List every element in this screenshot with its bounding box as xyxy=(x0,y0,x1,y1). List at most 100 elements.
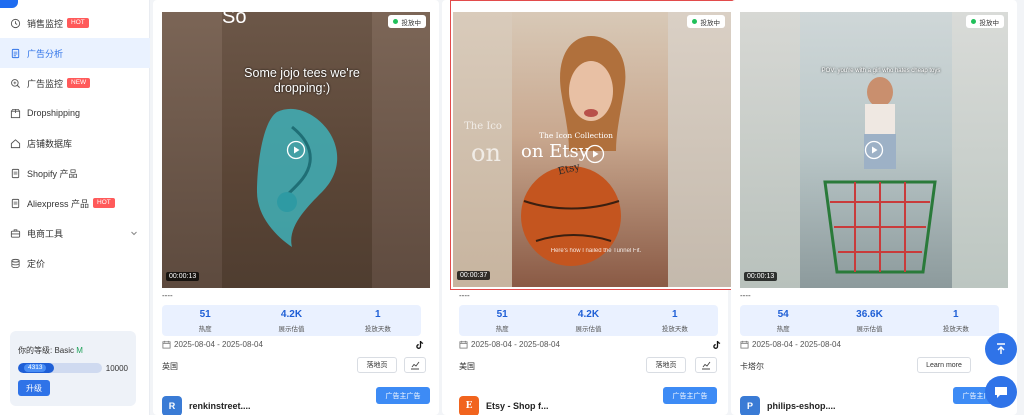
advertiser-ads-button[interactable]: 广告主广告 xyxy=(663,387,717,404)
country: 美国 xyxy=(459,362,475,371)
stat-impressions: 36.6K 展示估值 xyxy=(826,305,912,336)
stat-label: 展示估值 xyxy=(278,325,305,333)
status-label: 投放中 xyxy=(979,19,1000,27)
sidebar-item-dropshipping[interactable]: Dropshipping xyxy=(0,98,150,128)
sidebar-item-label: 电商工具 xyxy=(27,228,64,239)
shirt-graphic xyxy=(257,108,338,247)
ad-card[interactable]: POV: you're with a girl who hates cheap … xyxy=(731,0,1017,415)
country: 卡塔尔 xyxy=(740,362,764,371)
trend-chart-button[interactable] xyxy=(404,357,426,373)
date-range: 2025-08-04 - 2025-08-04 xyxy=(459,340,722,349)
chat-button[interactable] xyxy=(985,376,1017,408)
stat-label: 投放天数 xyxy=(661,325,688,333)
stat-label: 展示估值 xyxy=(575,325,602,333)
trend-chart-icon xyxy=(702,361,711,370)
sidebar-item-label: Aliexpress 产品 xyxy=(27,198,90,209)
video-duration: 00:00:13 xyxy=(166,272,200,281)
stat-value: 36.6K xyxy=(856,308,883,320)
trend-chart-button[interactable] xyxy=(695,357,717,373)
ad-stats: 51 热度 4.2K 展示估值 1 投放天数 xyxy=(459,305,718,336)
stat-value: 1 xyxy=(375,308,381,320)
date-range: 2025-08-04 - 2025-08-04 xyxy=(162,340,425,349)
level-value: M xyxy=(76,346,83,355)
stat-value: 54 xyxy=(777,308,789,320)
stat-impressions: 4.2K 展示估值 xyxy=(248,305,334,336)
hot-badge: HOT xyxy=(93,198,115,208)
toolbox-icon xyxy=(10,228,21,239)
ad-card[interactable]: Etsy The Ico on The Icon Collection on E… xyxy=(442,0,736,415)
sidebar-item-sales-monitor[interactable]: 销售监控 HOT xyxy=(0,8,150,38)
sidebar: 销售监控 HOT 广告分析 广告监控 NEW Dropshipping 店铺数据… xyxy=(0,0,150,415)
tiktok-icon xyxy=(416,340,424,349)
stat-days: 1 投放天数 xyxy=(632,305,718,336)
back-to-top-button[interactable] xyxy=(985,333,1017,365)
avatar: P xyxy=(740,396,760,415)
video-thumbnail[interactable]: POV: you're with a girl who hates cheap … xyxy=(740,12,1008,288)
ad-title: ---- xyxy=(740,291,751,300)
status-badge: 投放中 xyxy=(686,15,725,28)
side-overlay-small: The Ico xyxy=(464,121,502,132)
sidebar-item-aliexpress-products[interactable]: Aliexpress 产品 HOT xyxy=(0,188,150,218)
shopping-cart-graphic xyxy=(823,77,937,274)
date-range-text: 2025-08-04 - 2025-08-04 xyxy=(752,340,841,349)
sidebar-item-store-database[interactable]: 店铺数据库 xyxy=(0,128,150,158)
box-icon xyxy=(10,108,21,119)
play-icon[interactable] xyxy=(286,140,306,160)
video-thumbnail[interactable]: So Some jojo tees we're dropping:) 投放中 0… xyxy=(162,12,430,288)
advertiser[interactable]: P philips-eshop.... xyxy=(740,396,836,415)
avatar: R xyxy=(162,396,182,415)
sidebar-item-label: 店铺数据库 xyxy=(27,138,73,149)
video-duration: 00:00:37 xyxy=(457,271,491,280)
advertiser[interactable]: E Etsy - Shop f... xyxy=(459,396,549,415)
stat-value: 4.2K xyxy=(577,308,600,320)
sidebar-item-label: 广告监控 xyxy=(27,78,64,89)
stat-label: 投放天数 xyxy=(942,325,969,333)
sidebar-item-pricing[interactable]: 定价 xyxy=(0,248,150,278)
ad-card[interactable]: So Some jojo tees we're dropping:) 投放中 0… xyxy=(153,0,439,415)
status-badge: 投放中 xyxy=(387,15,426,28)
ad-stats: 54 热度 36.6K 展示估值 1 投放天数 xyxy=(740,305,999,336)
sidebar-item-ad-monitor[interactable]: 广告监控 NEW xyxy=(0,68,150,98)
landing-page-button[interactable]: 落地页 xyxy=(646,357,686,373)
stat-heat: 51 热度 xyxy=(459,305,545,336)
stat-heat: 54 热度 xyxy=(740,305,826,336)
page-icon xyxy=(10,198,21,209)
stat-value: 4.2K xyxy=(280,308,303,320)
advertiser-name: Etsy - Shop f... xyxy=(486,401,549,411)
video-thumbnail[interactable]: Etsy The Ico on The Icon Collection on E… xyxy=(450,0,736,290)
advertiser[interactable]: R renkinstreet.... xyxy=(162,396,251,415)
stat-value: 1 xyxy=(672,308,678,320)
tiktok-icon xyxy=(713,340,721,349)
ad-title: ---- xyxy=(459,291,470,300)
top-overlay-text: So xyxy=(222,12,247,28)
sidebar-item-ad-analysis[interactable]: 广告分析 xyxy=(0,38,150,68)
advertiser-ads-button[interactable]: 广告主广告 xyxy=(376,387,430,404)
live-dot-icon xyxy=(691,19,697,24)
video-duration: 00:00:13 xyxy=(744,272,778,281)
chevron-down-icon[interactable] xyxy=(130,229,138,237)
date-range-text: 2025-08-04 - 2025-08-04 xyxy=(471,340,560,349)
page-icon xyxy=(10,168,21,179)
upgrade-button[interactable]: 升级 xyxy=(18,380,50,396)
home-icon xyxy=(10,138,21,149)
stat-value: 51 xyxy=(199,308,211,320)
play-icon[interactable] xyxy=(585,144,605,164)
sidebar-item-label: Dropshipping xyxy=(27,108,81,118)
advertiser-name: renkinstreet.... xyxy=(189,401,251,411)
stat-impressions: 4.2K 展示估值 xyxy=(545,305,631,336)
landing-page-button[interactable]: 落地页 xyxy=(357,357,397,373)
sidebar-item-shopify-products[interactable]: Shopify 产品 xyxy=(0,158,150,188)
play-icon[interactable] xyxy=(864,140,884,160)
trend-chart-icon xyxy=(411,361,420,370)
learn-more-button[interactable]: Learn more xyxy=(917,357,971,373)
stat-days: 1 投放天数 xyxy=(913,305,999,336)
calendar-icon xyxy=(459,340,468,349)
date-range-text: 2025-08-04 - 2025-08-04 xyxy=(174,340,263,349)
sidebar-item-ecommerce-tools[interactable]: 电商工具 xyxy=(0,218,150,248)
sidebar-item-label: 广告分析 xyxy=(27,48,64,59)
date-range: 2025-08-04 - 2025-08-04 xyxy=(740,340,1003,349)
stat-label: 投放天数 xyxy=(364,325,391,333)
progress-max: 10000 xyxy=(105,363,128,373)
ad-title: ---- xyxy=(162,291,173,300)
country: 英国 xyxy=(162,362,178,371)
